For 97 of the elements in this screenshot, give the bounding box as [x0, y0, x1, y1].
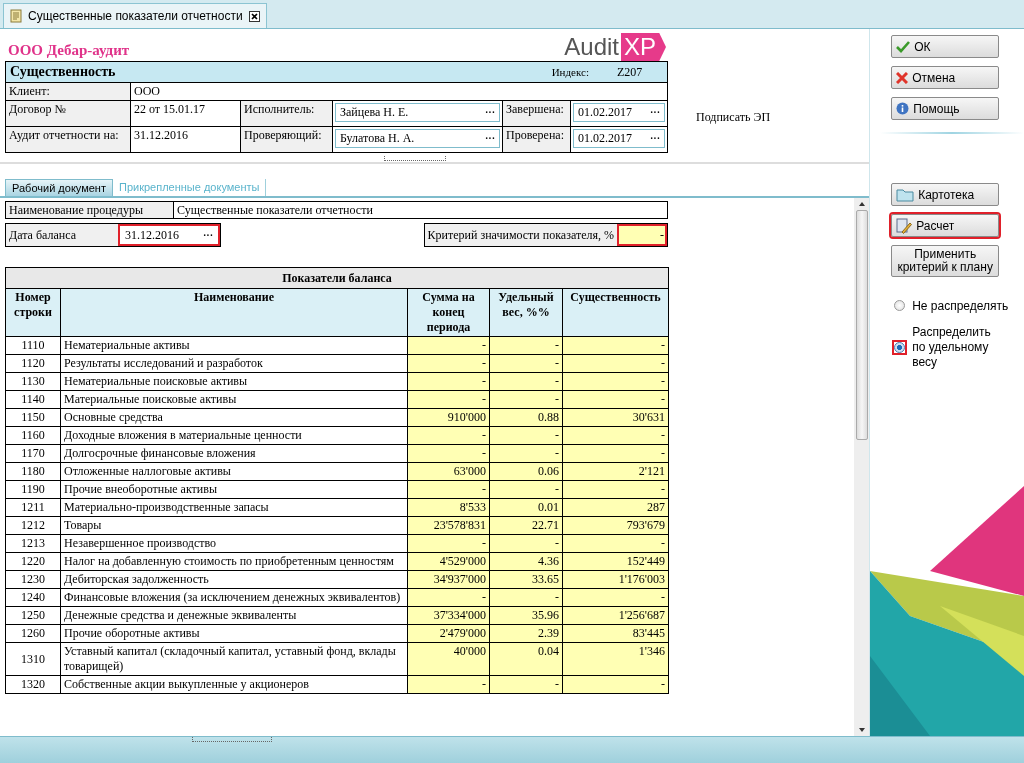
table-cell: 1220 — [5, 552, 61, 571]
date-field[interactable]: 01.02.2017 ··· — [573, 103, 665, 122]
field-label: Исполнитель: — [241, 101, 333, 126]
table-cell: 1120 — [5, 354, 61, 373]
table-cell: 1230 — [5, 570, 61, 589]
table-cell: Результаты исследований и разработок — [60, 354, 408, 373]
field-label: Аудит отчетности на: — [6, 127, 131, 152]
action-button[interactable]: Картотека — [891, 183, 1000, 206]
picker-button[interactable]: ··· — [485, 133, 495, 144]
folder-icon — [896, 187, 915, 202]
field-label: Проверяющий: — [241, 127, 333, 152]
radio-button[interactable] — [894, 300, 906, 311]
field-label: Клиент: — [6, 83, 131, 100]
picker-button[interactable]: ··· — [203, 229, 213, 241]
person-field[interactable]: Булатова Н. А. ··· — [335, 129, 500, 148]
index-label: Индекс: — [551, 66, 589, 78]
table-cell: 40'000 — [407, 642, 490, 676]
close-icon[interactable] — [248, 10, 260, 22]
table-cell: Дебиторская задолженность — [60, 570, 408, 589]
table-cell: Доходные вложения в материальные ценности — [60, 426, 408, 445]
field-label: Наименование процедуры — [6, 202, 174, 218]
column-header: Наименование — [60, 288, 408, 337]
table-cell: 1110 — [5, 336, 61, 355]
radio-button[interactable] — [894, 342, 906, 353]
picker-button[interactable]: ··· — [650, 133, 660, 144]
column-header: Существенность — [562, 288, 669, 337]
table-cell: 1211 — [5, 498, 61, 517]
action-button[interactable]: Расчет — [891, 214, 1000, 237]
dialog-button[interactable]: Отмена — [891, 66, 1000, 89]
document-tab[interactable]: Существенные показатели отчетности — [3, 3, 267, 28]
table-cell: 1310 — [5, 642, 61, 676]
date-field[interactable]: 01.02.2017 ··· — [573, 129, 665, 148]
table-cell: 1260 — [5, 624, 61, 643]
table-cell: 1250 — [5, 606, 61, 625]
table-cell: 1170 — [5, 444, 61, 463]
column-header: Номер строки — [5, 288, 61, 337]
radio-label: Распределить по удельному весу — [912, 325, 992, 370]
table-cell: Нематериальные активы — [60, 336, 408, 355]
picker-button[interactable]: ··· — [650, 107, 660, 118]
dialog-button[interactable]: Помощь — [891, 97, 1000, 120]
column-header: Сумма на конец периода — [407, 288, 490, 337]
section-title: Существенность — [10, 64, 117, 80]
table-cell: 1180 — [5, 462, 61, 481]
picker-button[interactable]: ··· — [485, 107, 495, 118]
table-cell: 1213 — [5, 534, 61, 553]
field-label: Дата баланса — [6, 224, 118, 246]
table-cell: 1'346 — [562, 642, 669, 676]
table-cell: Прочие оборотные активы — [60, 624, 408, 643]
table-cell: Материально-производственные запасы — [60, 498, 408, 517]
table-cell: Основные средства — [60, 408, 408, 427]
info-icon — [896, 102, 910, 115]
check-icon — [896, 40, 911, 53]
document-tab[interactable]: Рабочий документ — [5, 179, 113, 196]
person-field[interactable]: Зайцева Н. Е. ··· — [335, 103, 500, 122]
table-cell: Собственные акции выкупленные у акционеров — [60, 675, 408, 694]
scrollbar[interactable] — [854, 198, 870, 736]
table-cell: 1130 — [5, 372, 61, 391]
splitter-grip[interactable] — [383, 156, 446, 161]
table-cell: Денежные средства и денежные эквиваленты — [60, 606, 408, 625]
splitter-grip[interactable] — [192, 737, 272, 742]
dialog-button[interactable]: ОК — [891, 35, 1000, 58]
table-cell: 1160 — [5, 426, 61, 445]
pencil-icon — [896, 217, 913, 234]
table-cell: 0.04 — [489, 642, 563, 676]
table-cell: 1140 — [5, 390, 61, 409]
table-cell: Налог на добавленную стоимость по приобретенным ценностям — [60, 552, 408, 571]
column-header: Удельный вес, %% — [489, 288, 563, 337]
table-cell: 1150 — [5, 408, 61, 427]
table-cell: Финансовые вложения (за исключением денежных эквивалентов) — [60, 588, 408, 607]
radio-label: Не распределять — [912, 298, 1009, 313]
table-cell: Незавершенное производство — [60, 534, 408, 553]
cross-icon — [896, 71, 909, 84]
tab-title: Существенные показатели отчетности — [28, 9, 243, 23]
table-cell: Долгосрочные финансовые вложения — [60, 444, 408, 463]
table-cell: Отложенные наллоговые активы — [60, 462, 408, 481]
field-value: ООО — [133, 83, 161, 100]
field-label: Завершена: — [503, 101, 571, 126]
field-label: Проверена: — [503, 127, 571, 152]
index-value: Z207 — [617, 64, 644, 80]
action-button[interactable]: Применить критерий к плану — [891, 245, 1000, 277]
table-cell: 1320 — [5, 675, 61, 694]
sign-link[interactable]: Подписать ЭП — [696, 110, 771, 125]
table-cell: Уставный капитал (складочный капитал, уставный фонд, вклады товарищей) — [60, 642, 408, 676]
logo: Audit XP — [564, 33, 666, 61]
table-cell: 1212 — [5, 516, 61, 535]
field-value: Существенные показатели отчетности — [176, 202, 374, 218]
table-cell: Нематериальные поисковые активы — [60, 372, 408, 391]
field-label: Договор № — [6, 101, 131, 126]
document-icon — [10, 9, 22, 23]
table-cell: Прочие внеоборотные активы — [60, 480, 408, 499]
table-title: Показатели баланса — [5, 267, 669, 289]
company-name: ООО Дебар-аудит — [7, 42, 130, 60]
table-cell: 1240 — [5, 588, 61, 607]
table-cell: Товары — [60, 516, 408, 535]
date-field[interactable]: 31.12.2016 ··· — [118, 224, 220, 246]
table-cell: 1190 — [5, 480, 61, 499]
table-cell: Материальные поисковые активы — [60, 390, 408, 409]
